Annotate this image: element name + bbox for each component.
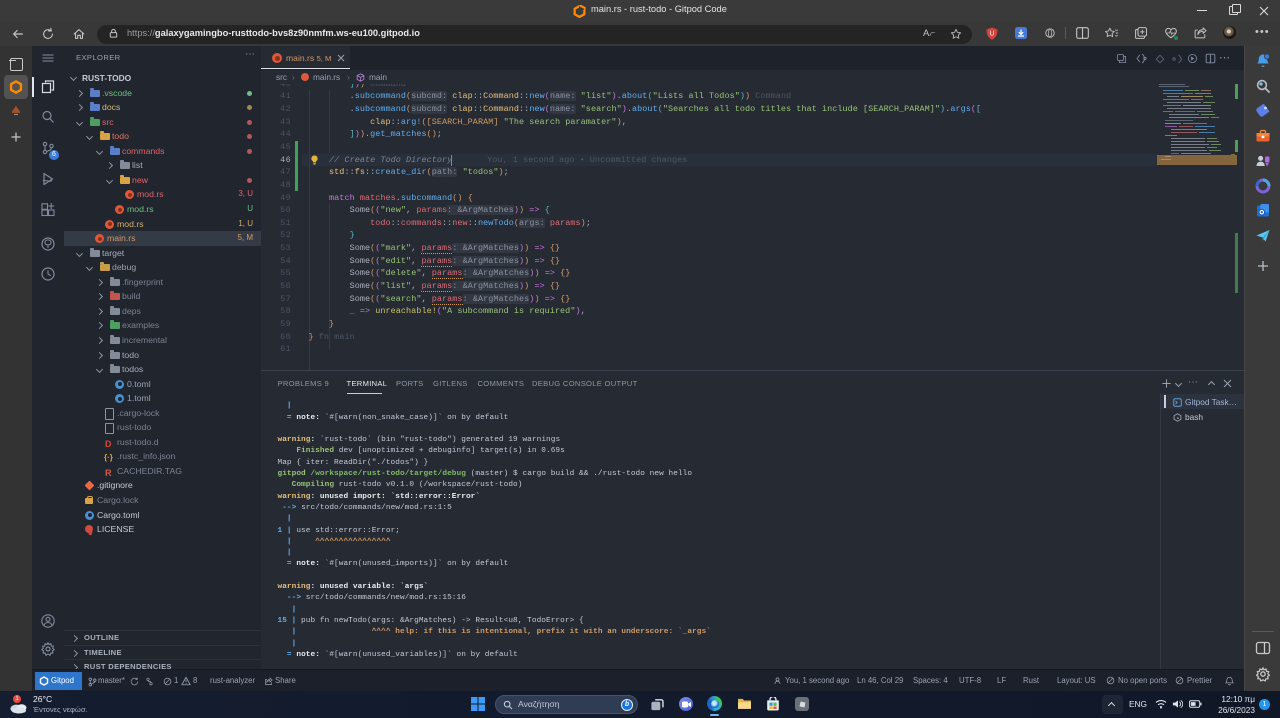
svg-text:U: U	[989, 31, 994, 38]
